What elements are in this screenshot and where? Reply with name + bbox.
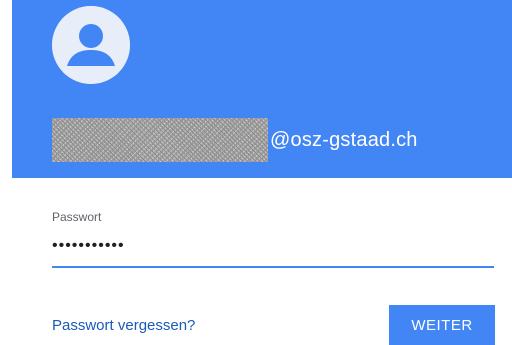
password-input-underline — [52, 266, 494, 268]
account-email: @osz-gstaad.ch — [52, 118, 418, 162]
account-header: @osz-gstaad.ch — [12, 0, 512, 178]
email-domain: @osz-gstaad.ch — [270, 129, 418, 151]
password-input[interactable]: ••••••••••• — [52, 236, 125, 256]
next-button[interactable]: WEITER — [389, 305, 495, 345]
password-label: Passwort — [52, 210, 102, 224]
forgot-password-link[interactable]: Passwort vergessen? — [52, 317, 195, 334]
avatar — [52, 6, 130, 84]
default-user-avatar-icon — [52, 6, 130, 84]
redacted-username — [52, 118, 268, 162]
